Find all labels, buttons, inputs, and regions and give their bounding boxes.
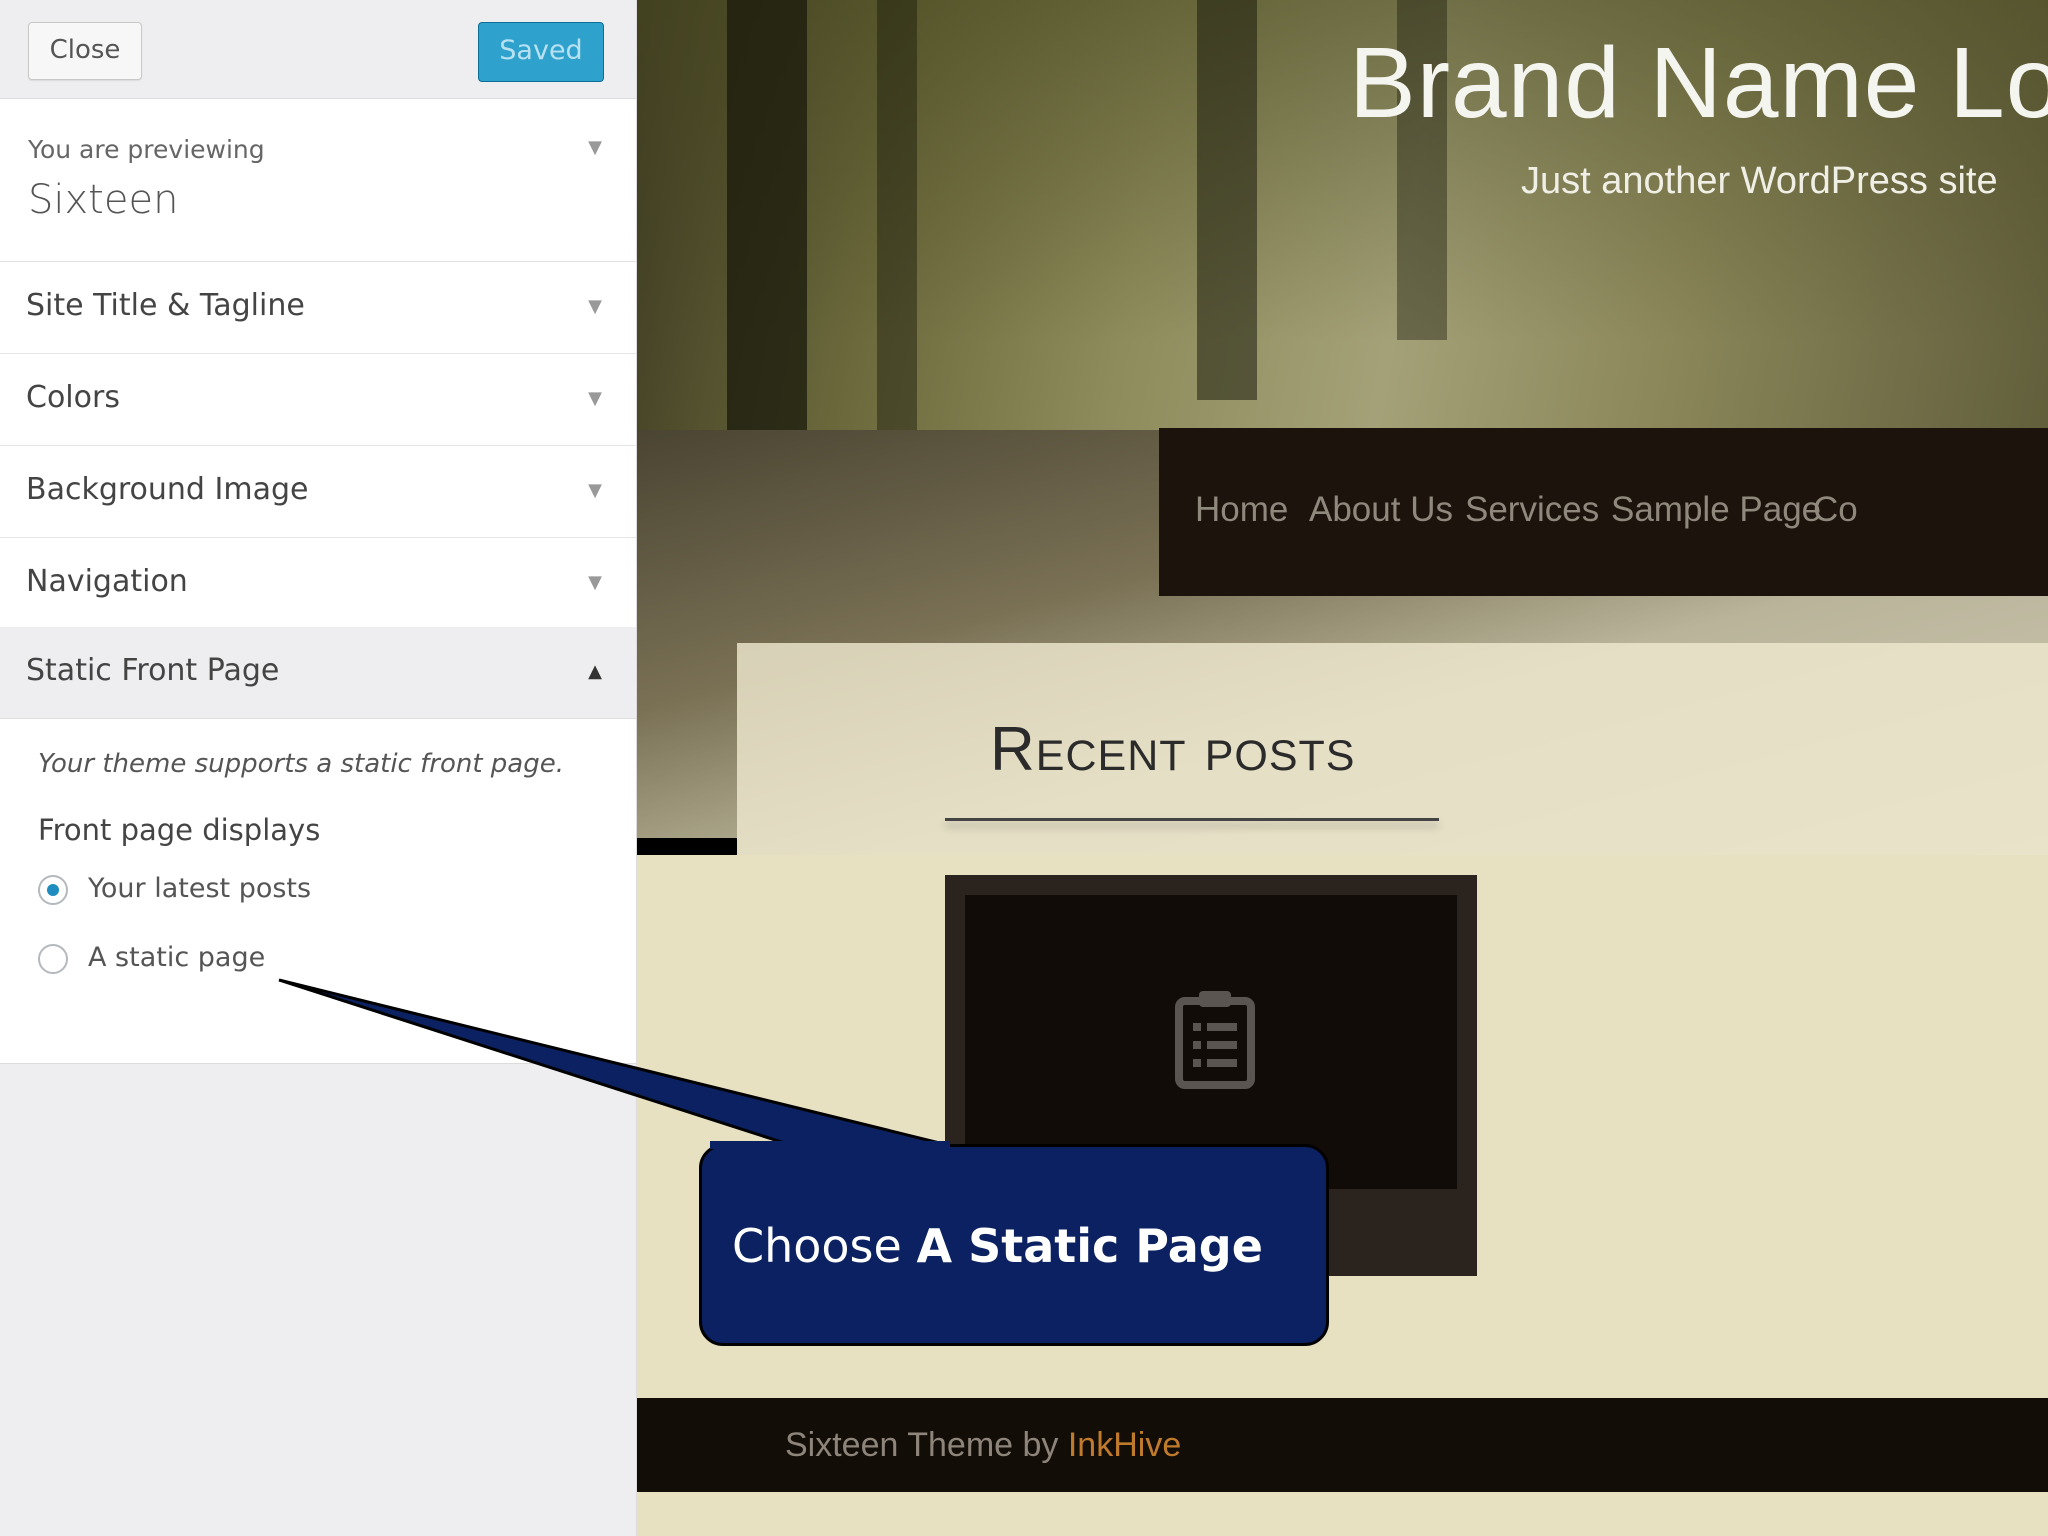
content-panel <box>737 643 2048 855</box>
customizer-sidebar: Close Saved You are previewing Sixteen ▼… <box>0 0 637 1536</box>
radio-button[interactable] <box>38 944 68 974</box>
section-site-title-tagline[interactable]: Site Title & Tagline ▼ <box>0 262 636 354</box>
menu-item-sample-page[interactable]: Sample Page <box>1611 490 1821 530</box>
tree-trunk <box>1197 0 1257 400</box>
clipboard-icon <box>1175 991 1255 1089</box>
recent-posts-underline <box>945 818 1439 821</box>
radio-label: A static page <box>88 942 266 973</box>
triangle-up-icon: ▲ <box>588 661 602 682</box>
triangle-down-icon: ▼ <box>588 296 602 317</box>
triangle-down-icon: ▼ <box>588 572 602 593</box>
menu-item-services[interactable]: Services <box>1465 490 1599 530</box>
theme-preview-info[interactable]: You are previewing Sixteen ▼ <box>0 99 636 262</box>
site-tagline: Just another WordPress site <box>1521 160 1998 202</box>
site-navigation-menu: Home About Us Services Sample Page Co <box>1159 428 2048 596</box>
previewing-label: You are previewing <box>28 135 265 164</box>
tree-trunk <box>877 0 917 470</box>
callout-box: Choose A Static Page <box>699 1144 1329 1346</box>
section-background-image[interactable]: Background Image ▼ <box>0 446 636 538</box>
triangle-down-icon: ▼ <box>588 480 602 501</box>
radio-label: Your latest posts <box>88 873 312 904</box>
site-footer: Sixteen Theme by InkHive <box>637 1398 2048 1492</box>
radio-button-checked[interactable] <box>38 875 68 905</box>
callout-prefix: Choose <box>732 1219 917 1273</box>
section-label: Colors <box>26 380 120 415</box>
divider-strip <box>637 838 737 855</box>
section-label: Background Image <box>26 472 309 507</box>
callout-pointer-joint <box>710 1141 950 1149</box>
callout-strong-text: A Static Page <box>916 1219 1263 1273</box>
section-colors[interactable]: Colors ▼ <box>0 354 636 446</box>
menu-item-about-us[interactable]: About Us <box>1309 490 1453 530</box>
theme-name: Sixteen <box>28 177 179 223</box>
section-navigation[interactable]: Navigation ▼ <box>0 538 636 630</box>
triangle-down-icon: ▼ <box>588 137 602 158</box>
front-page-displays-label: Front page displays <box>38 813 321 847</box>
section-static-front-page[interactable]: Static Front Page ▲ <box>0 627 636 719</box>
section-label: Site Title & Tagline <box>26 288 305 323</box>
close-button[interactable]: Close <box>28 22 142 80</box>
customizer-header: Close Saved <box>0 0 636 99</box>
footer-inkhive-link[interactable]: InkHive <box>1068 1426 1181 1464</box>
callout-text: Choose A Static Page <box>732 1219 1263 1273</box>
static-front-page-panel: Your theme supports a static front page.… <box>0 719 636 1064</box>
site-title[interactable]: Brand Name Lo <box>1349 26 2048 141</box>
section-label: Navigation <box>26 564 188 599</box>
footer-credit: Sixteen Theme by InkHive <box>785 1426 1181 1465</box>
footer-credit-text: Sixteen Theme by <box>785 1426 1068 1464</box>
static-front-page-description: Your theme supports a static front page. <box>38 749 564 779</box>
menu-item-home[interactable]: Home <box>1195 490 1288 530</box>
section-label: Static Front Page <box>26 653 280 688</box>
triangle-down-icon: ▼ <box>588 388 602 409</box>
recent-posts-heading: Recent posts <box>990 715 1356 784</box>
saved-button[interactable]: Saved <box>478 22 604 82</box>
menu-item-contact[interactable]: Co <box>1813 490 1858 530</box>
